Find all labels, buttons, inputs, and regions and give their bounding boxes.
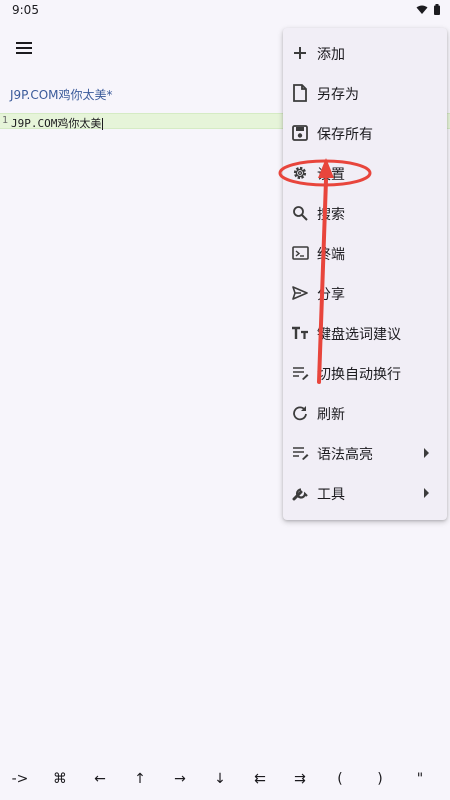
key-close-paren[interactable]: ) (360, 766, 400, 792)
key-line-start[interactable]: ⇇ (240, 766, 280, 792)
file-icon (291, 84, 309, 102)
file-tab[interactable]: J9P.COM鸡你太美* (10, 86, 113, 103)
menu-item-label: 语法高亮 (317, 447, 373, 463)
menu-item-search[interactable]: 搜索 (283, 193, 447, 233)
key-quote[interactable]: " (400, 766, 440, 792)
send-icon (291, 284, 309, 302)
key-left[interactable]: ← (80, 766, 120, 792)
text-size-icon (291, 324, 309, 342)
menu-item-toggle-word-wrap[interactable]: 切换自动换行 (283, 353, 447, 393)
status-icons (416, 4, 440, 15)
menu-item-label: 键盘选词建议 (317, 327, 401, 343)
extra-keys-bar: -> ⌘ ← ↑ → ↓ ⇇ ⇉ ( ) " (0, 766, 450, 792)
key-open-paren[interactable]: ( (320, 766, 360, 792)
menu-item-save-all[interactable]: 保存所有 (283, 113, 447, 153)
menu-item-label: 添加 (317, 47, 345, 63)
line-text[interactable]: J9P.COM鸡你太美 (11, 115, 103, 131)
key-command[interactable]: ⌘ (40, 766, 80, 792)
syntax-icon (291, 444, 309, 462)
menu-item-label: 刷新 (317, 407, 345, 423)
menu-item-label: 分享 (317, 287, 345, 303)
wrench-icon (291, 484, 309, 502)
menu-item-terminal[interactable]: 终端 (283, 233, 447, 273)
menu-item-label: 设置 (317, 167, 345, 183)
menu-item-label: 另存为 (317, 87, 359, 103)
menu-item-refresh[interactable]: 刷新 (283, 393, 447, 433)
menu-item-save-as[interactable]: 另存为 (283, 73, 447, 113)
menu-item-syntax-highlight[interactable]: 语法高亮 (283, 433, 447, 473)
menu-item-share[interactable]: 分享 (283, 273, 447, 313)
gear-icon (291, 164, 309, 182)
hamburger-menu-icon[interactable] (12, 36, 36, 60)
line-number: 1 (2, 115, 9, 126)
battery-icon (434, 4, 440, 15)
wifi-icon (416, 5, 428, 14)
submenu-arrow-icon (424, 488, 429, 498)
menu-item-settings[interactable]: 设置 (283, 153, 447, 193)
editor-screen: 9:05 J9P.COM鸡你太美* 1 J9P.COM鸡你太美 添加 另存为 保… (0, 0, 450, 800)
menu-item-label: 搜索 (317, 207, 345, 223)
search-icon (291, 204, 309, 222)
submenu-arrow-icon (424, 448, 429, 458)
menu-item-add[interactable]: 添加 (283, 33, 447, 73)
key-tab[interactable]: -> (0, 766, 40, 792)
key-right[interactable]: → (160, 766, 200, 792)
status-time: 9:05 (12, 3, 39, 17)
menu-item-tools[interactable]: 工具 (283, 473, 447, 513)
menu-item-label: 工具 (317, 487, 345, 503)
overflow-menu: 添加 另存为 保存所有 设置 搜索 终端 分享 键盘选词建议 切换自动换行 刷新… (283, 28, 447, 520)
refresh-icon (291, 404, 309, 422)
menu-item-label: 终端 (317, 247, 345, 263)
terminal-icon (291, 244, 309, 262)
plus-icon (291, 44, 309, 62)
key-down[interactable]: ↓ (200, 766, 240, 792)
status-bar: 9:05 (0, 0, 450, 22)
key-up[interactable]: ↑ (120, 766, 160, 792)
menu-item-keyboard-suggestions[interactable]: 键盘选词建议 (283, 313, 447, 353)
key-line-end[interactable]: ⇉ (280, 766, 320, 792)
menu-item-label: 保存所有 (317, 127, 373, 143)
wrap-text-icon (291, 364, 309, 382)
save-icon (291, 124, 309, 142)
menu-item-label: 切换自动换行 (317, 367, 401, 383)
